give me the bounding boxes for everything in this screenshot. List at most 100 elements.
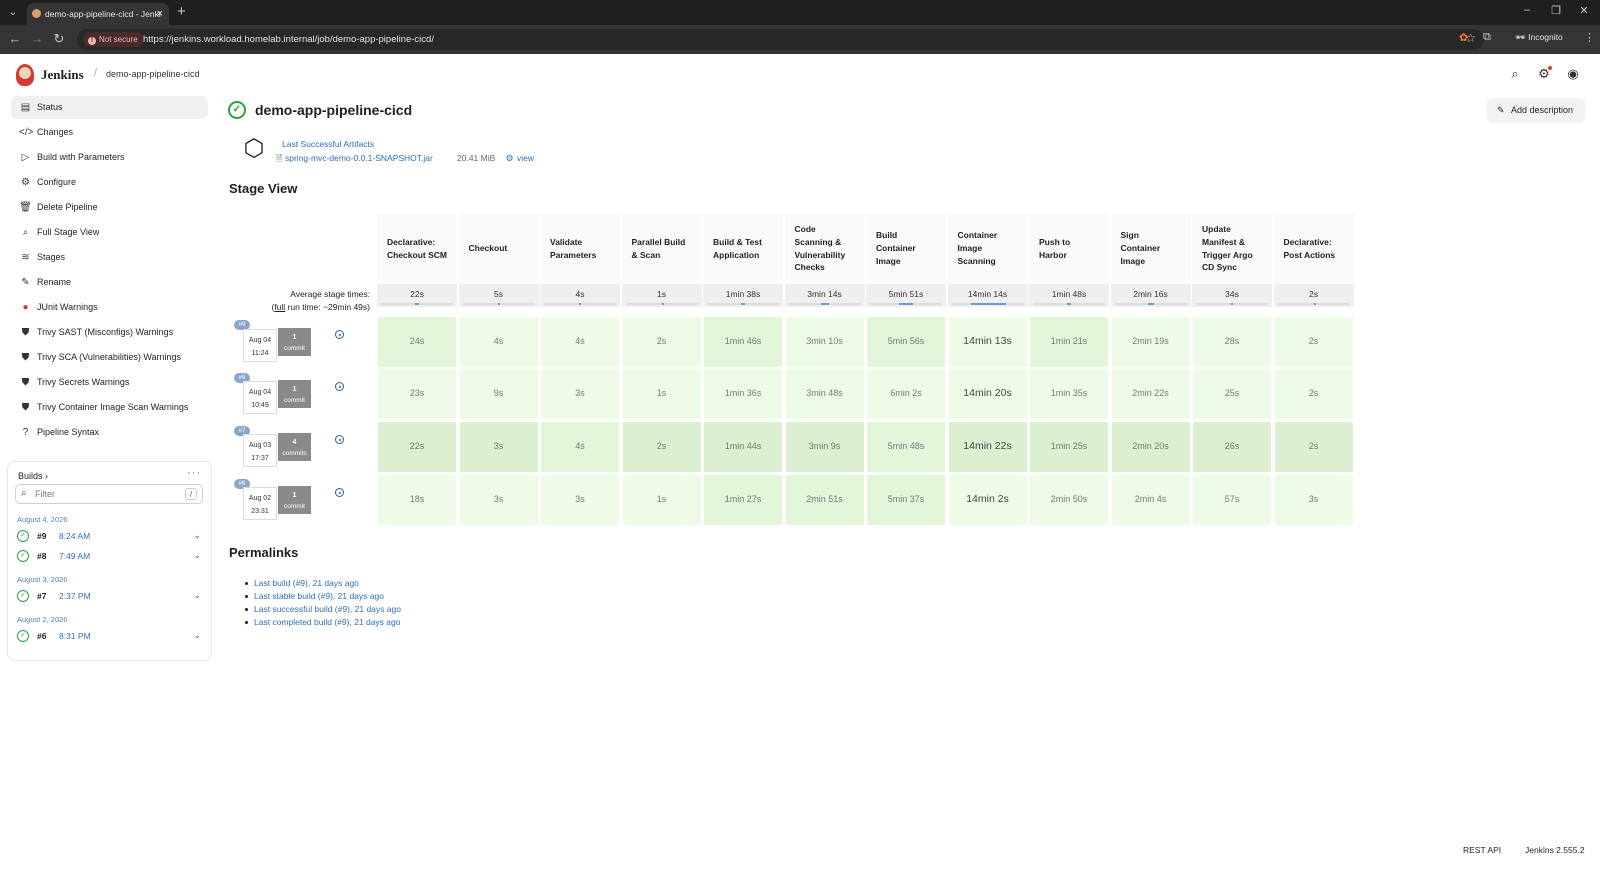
stage-cell[interactable]: 26s [1192, 421, 1272, 473]
build-time[interactable]: 2:37 PM [59, 591, 91, 601]
not-secure-badge[interactable]: ! Not secure [83, 32, 144, 47]
incognito-indicator[interactable]: 🕶 Incognito [1515, 32, 1563, 43]
sidebar-item-trivy-container-scan[interactable]: ⛊ Trivy Container Image Scan Warnings [11, 396, 208, 419]
user-account-icon[interactable]: ◉ [1565, 66, 1581, 82]
tab-close-icon[interactable]: × [157, 3, 163, 25]
stage-cell[interactable]: 3min 48s [784, 368, 865, 420]
full-run-time-link[interactable]: full [274, 302, 285, 312]
reload-icon[interactable]: ↻ [51, 31, 67, 47]
permalink-last-completed-build[interactable]: Last completed build (#9), 21 days ago [254, 617, 400, 627]
jenkins-logo-icon[interactable] [16, 64, 34, 86]
build-commits-box[interactable]: 4 commits [278, 433, 311, 461]
permalink-last-stable-build[interactable]: Last stable build (#9), 21 days ago [254, 591, 384, 601]
extension-icon[interactable]: ✿ [1459, 31, 1468, 44]
build-time[interactable]: 7:49 AM [59, 551, 90, 561]
extensions-puzzle-icon[interactable]: ⧉ [1483, 31, 1491, 44]
builds-title[interactable]: Builds › [18, 471, 48, 481]
sidebar-item-trivy-secrets[interactable]: ⛊ Trivy Secrets Warnings [11, 371, 208, 394]
browser-menu-icon[interactable]: ⋮ [1584, 31, 1595, 44]
build-commits-box[interactable]: 1 commit [278, 380, 311, 408]
stage-cell[interactable]: 24s [377, 316, 457, 368]
chevron-down-icon[interactable]: ⌄ [193, 530, 201, 541]
stage-cell[interactable]: 1min 36s [703, 368, 783, 420]
sidebar-item-configure[interactable]: ⚙ Configure [11, 171, 208, 194]
stage-cell[interactable]: 2s [621, 421, 702, 473]
back-icon[interactable]: ← [7, 31, 23, 46]
stage-cell[interactable]: 5min 48s [866, 421, 946, 473]
build-row[interactable]: ✓ #8 7:49 AM ⌄ [17, 549, 205, 565]
stage-cell[interactable]: 4s [458, 316, 539, 368]
stage-cell[interactable]: 2min 51s [784, 474, 865, 526]
chevron-down-icon[interactable]: ⌄ [193, 590, 201, 601]
build-date-box[interactable]: Aug 02 23:31 [243, 487, 277, 520]
last-successful-artifacts-link[interactable]: Last Successful Artifacts [282, 139, 374, 149]
stage-cell[interactable]: 3s [458, 474, 539, 526]
build-time[interactable]: 8:24 AM [59, 531, 90, 541]
stage-cell[interactable]: 3min 9s [784, 421, 865, 473]
stage-cell[interactable]: 2min 19s [1110, 316, 1191, 368]
jenkins-home-link[interactable]: Jenkins [41, 67, 84, 83]
breadcrumb-job[interactable]: demo-app-pipeline-cicd [106, 69, 200, 79]
stage-cell[interactable]: 14min 22s [947, 421, 1028, 473]
jenkins-version-link[interactable]: Jenkins 2.555.2 [1525, 845, 1585, 855]
build-duration-icon[interactable] [335, 330, 344, 339]
new-tab-icon[interactable]: + [177, 3, 186, 21]
omnibox[interactable]: ! Not secure https://jenkins.workload.hom… [77, 29, 1484, 50]
stage-cell[interactable]: 1min 25s [1029, 421, 1109, 473]
url-text[interactable]: https://jenkins.workload.homelab.interna… [143, 32, 434, 47]
sidebar-item-changes[interactable]: </> Changes [11, 121, 208, 144]
stage-cell[interactable]: 5min 37s [866, 474, 946, 526]
search-icon[interactable]: ⌕ [1507, 66, 1523, 82]
stage-cell[interactable]: 6min 2s [866, 368, 946, 420]
build-duration-icon[interactable] [335, 435, 344, 444]
stage-cell[interactable]: 3s [1273, 474, 1354, 526]
stage-cell[interactable]: 1min 27s [703, 474, 783, 526]
stage-cell[interactable]: 4s [540, 316, 620, 368]
manage-jenkins-gear-icon[interactable]: ⚙ [1536, 66, 1552, 82]
build-number[interactable]: #8 [37, 551, 46, 561]
stage-cell[interactable]: 14min 20s [947, 368, 1028, 420]
build-commits-box[interactable]: 1 commit [278, 328, 311, 356]
stage-cell[interactable]: 22s [377, 421, 457, 473]
build-date-box[interactable]: Aug 03 17:37 [243, 434, 277, 467]
build-date-box[interactable]: Aug 04 11:24 [243, 329, 277, 362]
build-number[interactable]: #9 [37, 531, 46, 541]
stage-cell[interactable]: 4s [540, 421, 620, 473]
browser-tab[interactable]: demo-app-pipeline-cicd - Jenki × [27, 3, 169, 25]
tab-search-icon[interactable]: ⌄ [4, 4, 22, 21]
stage-cell[interactable]: 1s [621, 368, 702, 420]
permalink-last-build[interactable]: Last build (#9), 21 days ago [254, 578, 359, 588]
build-row[interactable]: ✓ #6 8:31 PM ⌄ [17, 629, 205, 645]
stage-cell[interactable]: 2min 50s [1029, 474, 1109, 526]
build-duration-icon[interactable] [335, 488, 344, 497]
rest-api-link[interactable]: REST API [1463, 845, 1501, 855]
build-number[interactable]: #7 [37, 591, 46, 601]
close-window-icon[interactable]: ✕ [1576, 4, 1592, 17]
sidebar-item-trivy-sca[interactable]: ⛊ Trivy SCA (Vulnerabilities) Warnings [11, 346, 208, 369]
stage-cell[interactable]: 57s [1192, 474, 1272, 526]
build-commits-box[interactable]: 1 commit [278, 486, 311, 514]
stage-cell[interactable]: 3s [458, 421, 539, 473]
build-duration-icon[interactable] [335, 382, 344, 391]
minimize-icon[interactable]: – [1519, 4, 1535, 16]
stage-cell[interactable]: 5min 56s [866, 316, 946, 368]
stage-cell[interactable]: 2s [621, 316, 702, 368]
sidebar-item-build-with-parameters[interactable]: ▷ Build with Parameters [11, 146, 208, 169]
stage-cell[interactable]: 2min 20s [1110, 421, 1191, 473]
artifact-view-link[interactable]: view [517, 153, 534, 163]
stage-cell[interactable]: 14min 2s [947, 474, 1028, 526]
stage-cell[interactable]: 1min 44s [703, 421, 783, 473]
build-row[interactable]: ✓ #9 8:24 AM ⌄ [17, 529, 205, 545]
stage-cell[interactable]: 2min 22s [1110, 368, 1191, 420]
sidebar-item-full-stage-view[interactable]: ⌕ Full Stage View [11, 221, 208, 244]
sidebar-item-status[interactable]: ▤ Status [11, 96, 208, 119]
chevron-down-icon[interactable]: ⌄ [193, 550, 201, 561]
sidebar-item-delete-pipeline[interactable]: 🗑 Delete Pipeline [11, 196, 208, 219]
artifact-file-link[interactable]: 🗎 spring-mvc-demo-0.0.1-SNAPSHOT.jar [276, 153, 433, 163]
stage-cell[interactable]: 25s [1192, 368, 1272, 420]
stage-cell[interactable]: 1min 46s [703, 316, 783, 368]
stage-cell[interactable]: 3s [540, 368, 620, 420]
stage-cell[interactable]: 23s [377, 368, 457, 420]
build-number[interactable]: #6 [37, 631, 46, 641]
stage-cell[interactable]: 14min 13s [947, 316, 1028, 368]
